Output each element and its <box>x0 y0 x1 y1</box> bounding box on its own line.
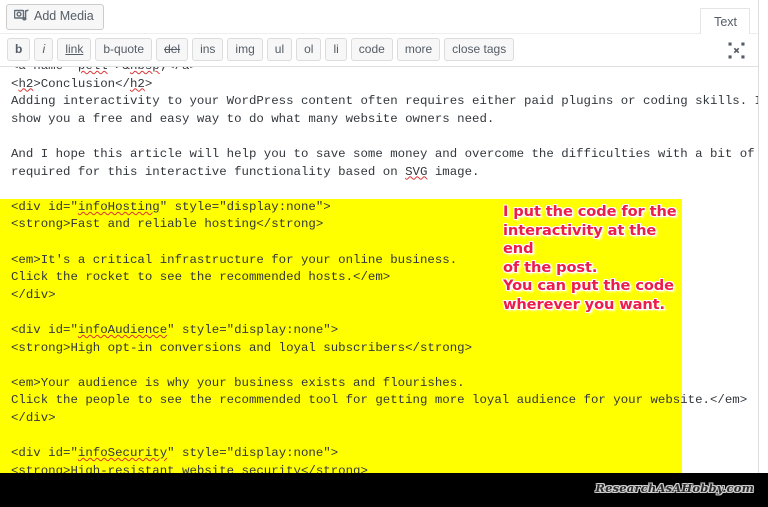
code-line <box>0 233 682 252</box>
qt-del-button[interactable]: del <box>156 38 189 61</box>
qt-close-tags-button[interactable]: close tags <box>444 38 515 61</box>
code-line: required for this interactive functional… <box>11 164 480 179</box>
code-line: <strong>High opt-in conversions and loya… <box>0 339 682 358</box>
code-line: <a name="pell">&nbsp;</a> <box>0 67 758 76</box>
wordpress-text-editor-screenshot: Add Media Text b i link b-quote del ins … <box>0 0 768 507</box>
media-toolbar-row: Add Media <box>0 0 758 34</box>
code-line: <h2>Conclusion</h2> <box>11 76 153 91</box>
qt-italic-button[interactable]: i <box>34 38 54 61</box>
code-line: </div> <box>0 286 682 305</box>
bottom-bar: ResearchAsAHobby.com <box>0 473 768 507</box>
post-content-lines: <a name="pell">&nbsp;</a><h2>Conclusion<… <box>0 67 758 473</box>
code-line: <em>Your audience is why your business e… <box>0 374 682 393</box>
qt-ul-button[interactable]: ul <box>266 38 293 61</box>
editor-frame: Add Media Text b i link b-quote del ins … <box>0 0 759 473</box>
media-icon <box>13 8 29 26</box>
add-media-label: Add Media <box>34 9 94 24</box>
post-content-textarea[interactable]: <a name="pell">&nbsp;</a><h2>Conclusion<… <box>0 67 758 473</box>
qt-link-button[interactable]: link <box>57 38 92 61</box>
quicktags-toolbar: b i link b-quote del ins img ul ol li co… <box>0 34 758 67</box>
qt-more-button[interactable]: more <box>396 38 441 61</box>
code-line: <div id="infoHosting" style="display:non… <box>0 198 682 217</box>
editor-mode-tabs: Text <box>700 0 758 34</box>
watermark: ResearchAsAHobby.com <box>595 481 754 495</box>
code-line: <strong>High-resistant website security<… <box>0 462 682 473</box>
code-line: And I hope this article will help you to… <box>11 146 755 161</box>
code-line: Click the rocket to see the recommended … <box>0 269 682 287</box>
code-line: <div id="infoAudience" style="display:no… <box>0 321 682 340</box>
code-line <box>0 357 682 375</box>
qt-img-button[interactable]: img <box>227 38 263 61</box>
code-line: <div id="infoSecurity" style="display:no… <box>0 445 682 463</box>
code-line: Click the people to see the recommended … <box>0 392 747 410</box>
quicktags-button-group: b i link b-quote del ins img ul ol li co… <box>7 38 515 61</box>
code-line: Adding interactivity to your WordPress c… <box>11 94 758 109</box>
add-media-button[interactable]: Add Media <box>6 4 104 30</box>
code-line: show you a free and easy way to do what … <box>11 111 495 126</box>
code-line: <em>It's a critical infrastructure for y… <box>0 251 682 270</box>
code-line <box>0 427 682 446</box>
qt-code-button[interactable]: code <box>350 38 393 61</box>
qt-bold-button[interactable]: b <box>7 38 31 61</box>
code-line <box>0 304 682 322</box>
qt-ins-button[interactable]: ins <box>192 38 224 61</box>
distraction-free-writing-icon[interactable] <box>724 38 748 62</box>
code-line: </div> <box>0 409 682 428</box>
code-line: <strong>Fast and reliable hosting</stron… <box>0 216 682 234</box>
tab-text[interactable]: Text <box>700 8 750 34</box>
qt-li-button[interactable]: li <box>325 38 347 61</box>
qt-blockquote-button[interactable]: b-quote <box>95 38 153 61</box>
qt-ol-button[interactable]: ol <box>296 38 322 61</box>
